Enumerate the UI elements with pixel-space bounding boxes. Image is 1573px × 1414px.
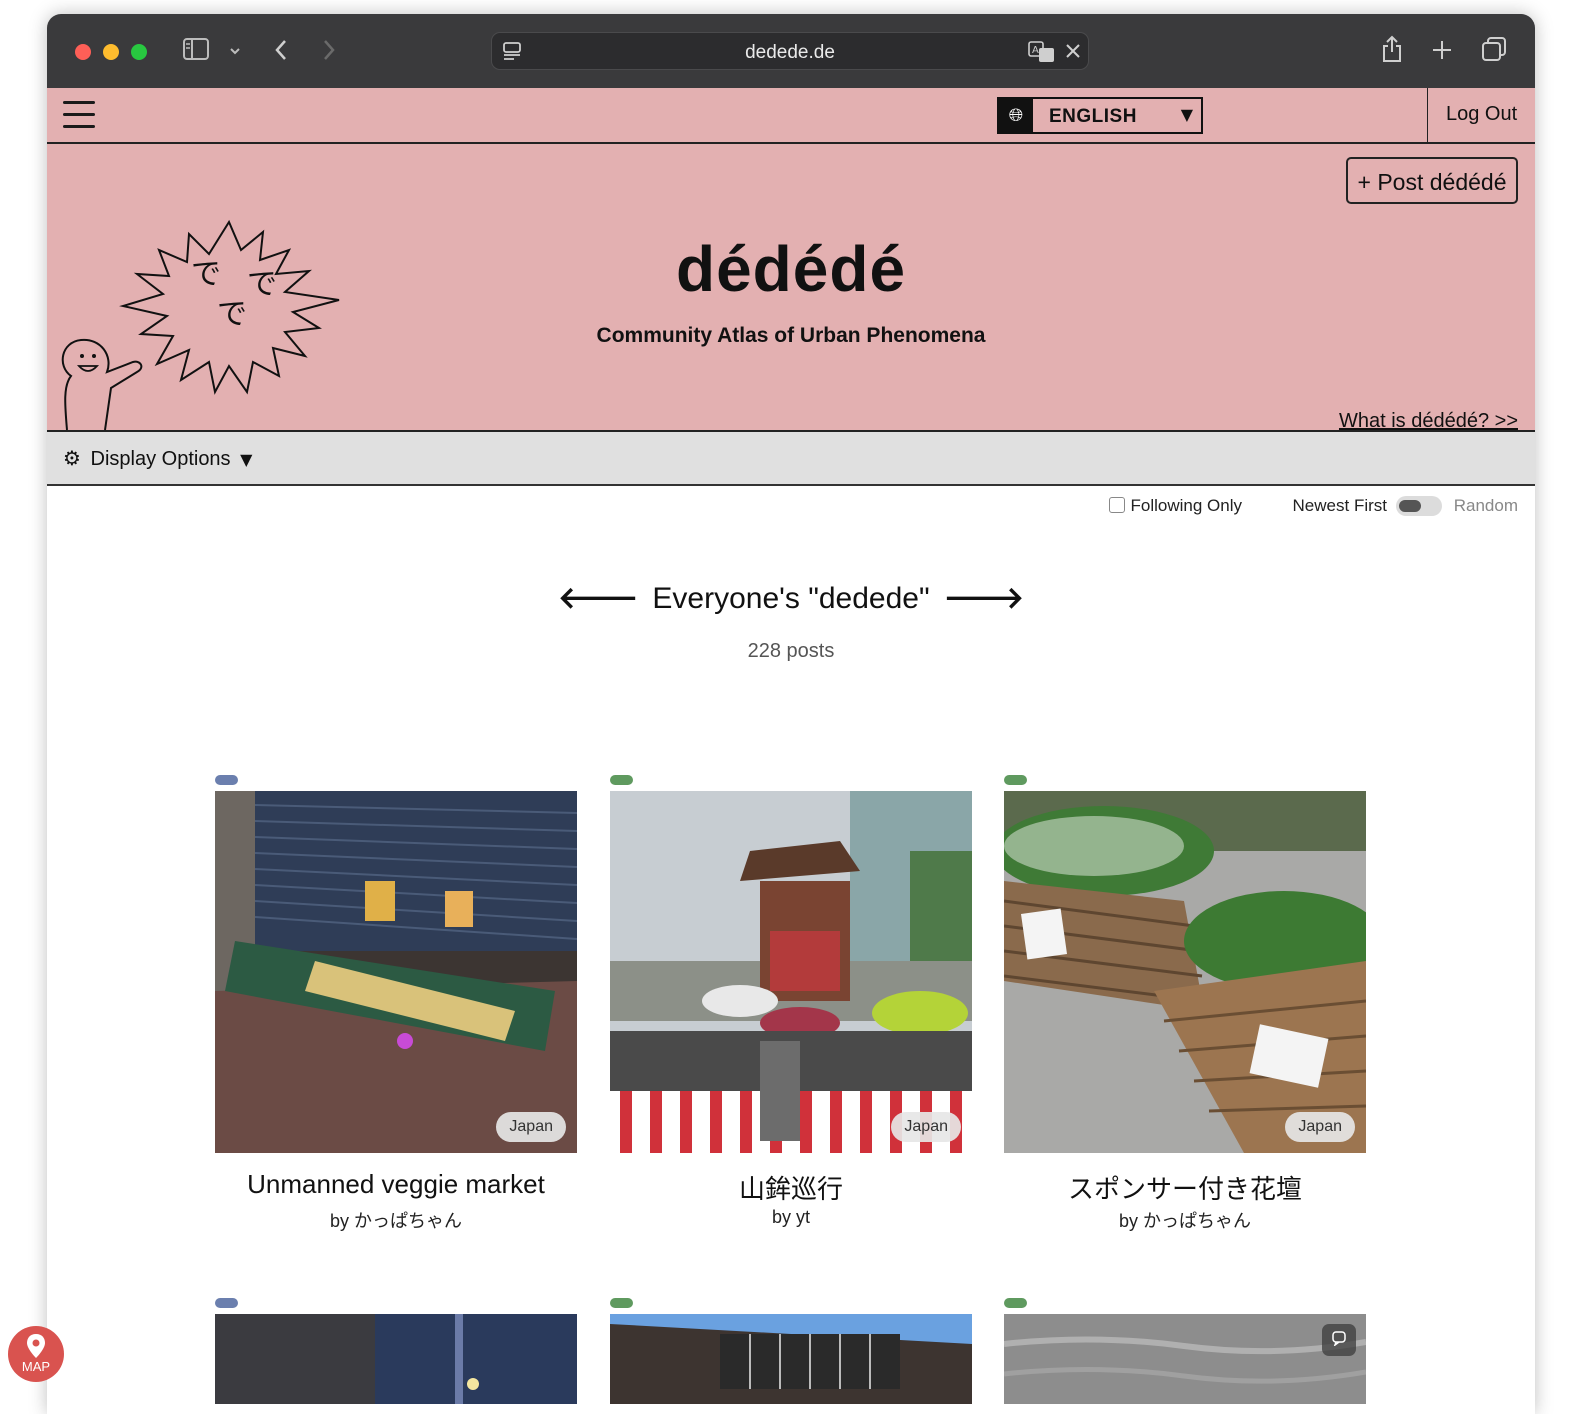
- hamburger-menu-icon[interactable]: [63, 101, 95, 129]
- category-pill: [610, 775, 633, 785]
- post-author[interactable]: by かっぱちゃん: [215, 1207, 577, 1233]
- post-photo[interactable]: [215, 1314, 577, 1404]
- country-badge: Japan: [496, 1112, 566, 1142]
- post-dedede-button[interactable]: + Post dédédé: [1346, 157, 1518, 204]
- post-title[interactable]: Unmanned veggie market: [215, 1169, 577, 1200]
- display-options-label: Display Options: [90, 448, 231, 470]
- post-photo[interactable]: Japan: [610, 791, 972, 1153]
- svg-text:A: A: [1032, 45, 1039, 56]
- minimize-window-button[interactable]: [103, 44, 119, 60]
- display-options-toggle[interactable]: ⚙ Display Options ▼: [63, 446, 252, 471]
- category-pill: [610, 1298, 633, 1308]
- back-icon[interactable]: [273, 38, 289, 66]
- language-value: ENGLISH: [1049, 106, 1137, 127]
- previous-arrow-icon[interactable]: 🡐︎: [558, 581, 638, 616]
- globe-icon: 🌐︎: [999, 99, 1033, 132]
- feed-title: Everyone's "dedede": [652, 582, 930, 615]
- category-pill: [215, 775, 238, 785]
- post-title[interactable]: スポンサー付き花壇: [1004, 1169, 1366, 1206]
- language-select[interactable]: 🌐︎ ENGLISH ▼: [997, 97, 1203, 134]
- map-pin-icon: [27, 1334, 45, 1358]
- logout-button[interactable]: Log Out: [1446, 103, 1517, 126]
- country-badge: Japan: [1285, 1112, 1355, 1142]
- post-author[interactable]: by かっぱちゃん: [1004, 1207, 1366, 1233]
- post-photo[interactable]: Japan: [1004, 791, 1366, 1153]
- country-badge: Japan: [891, 1112, 961, 1142]
- caret-down-icon: ▼: [1180, 105, 1193, 124]
- site-header: + Post dédédé で で で dédédé Community Atl…: [47, 144, 1535, 432]
- site-subtitle: Community Atlas of Urban Phenomena: [596, 324, 986, 347]
- tab-overview-icon[interactable]: [1481, 36, 1507, 66]
- feed-title-row: 🡐︎ Everyone's "dedede" 🡒︎: [47, 580, 1535, 616]
- following-only-filter[interactable]: Following Only: [1108, 496, 1243, 516]
- close-window-button[interactable]: [75, 44, 91, 60]
- translate-icon[interactable]: A: [1028, 41, 1056, 67]
- share-icon[interactable]: [1381, 34, 1403, 68]
- close-icon[interactable]: [1064, 42, 1082, 64]
- toggle-knob: [1399, 500, 1421, 512]
- post-title[interactable]: 山鉾巡行: [610, 1169, 972, 1206]
- display-options-bar: ⚙ Display Options ▼: [47, 432, 1535, 486]
- post-photo[interactable]: Japan: [215, 791, 577, 1153]
- comment-icon[interactable]: [1322, 1324, 1356, 1356]
- caret-down-icon: ▼: [240, 450, 253, 469]
- site-title: dédédé: [675, 233, 907, 305]
- feed-filters: Following Only Newest First Random: [1018, 496, 1518, 522]
- sort-order-toggle[interactable]: [1396, 496, 1442, 516]
- category-pill: [215, 1298, 238, 1308]
- browser-window: dedede.de A 🌐︎ ENGLISH ▼ Log Out + Post …: [47, 14, 1535, 1414]
- sidebar-icon[interactable]: [183, 38, 209, 64]
- forward-icon[interactable]: [321, 38, 337, 66]
- url-text: dedede.de: [745, 42, 835, 63]
- logout-container: Log Out: [1427, 88, 1535, 142]
- browser-toolbar: dedede.de A: [47, 14, 1535, 88]
- chevron-down-icon[interactable]: [229, 42, 241, 61]
- new-tab-icon[interactable]: [1431, 39, 1453, 65]
- site-navbar: 🌐︎ ENGLISH ▼ Log Out: [47, 88, 1535, 144]
- zoom-window-button[interactable]: [131, 44, 147, 60]
- post-photo[interactable]: [610, 1314, 972, 1404]
- map-label: MAP: [21, 1359, 51, 1374]
- post-count: 228 posts: [747, 640, 835, 662]
- gear-icon: ⚙: [63, 446, 81, 470]
- following-only-label: Following Only: [1130, 496, 1243, 515]
- address-bar[interactable]: dedede.de A: [491, 32, 1089, 70]
- category-pill: [1004, 775, 1027, 785]
- post-photo[interactable]: [1004, 1314, 1366, 1404]
- category-pill: [1004, 1298, 1027, 1308]
- what-is-link[interactable]: What is dédédé? >>: [1339, 410, 1518, 433]
- following-only-checkbox[interactable]: [1108, 497, 1125, 513]
- newest-first-label[interactable]: Newest First: [1293, 496, 1387, 516]
- next-arrow-icon[interactable]: 🡒︎: [944, 581, 1024, 616]
- map-button[interactable]: MAP: [8, 1326, 64, 1382]
- random-label[interactable]: Random: [1454, 496, 1518, 516]
- post-author[interactable]: by yt: [610, 1207, 972, 1228]
